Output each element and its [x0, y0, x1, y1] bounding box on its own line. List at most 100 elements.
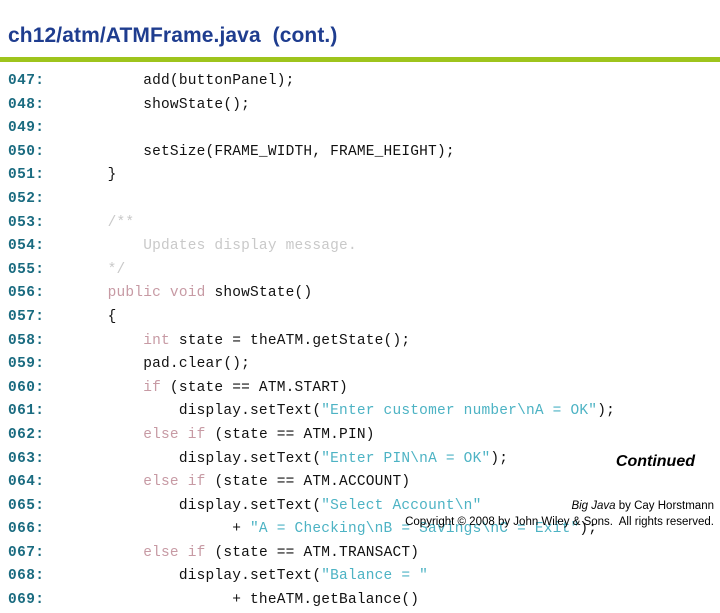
code-token-kw: int — [72, 332, 179, 349]
code-line-number: 069: — [8, 592, 45, 609]
code-token-str: "Balance = " — [321, 568, 429, 585]
code-line-number: 058: — [8, 332, 45, 349]
code-line-number: 056: — [8, 285, 45, 302]
code-line-text: else if (state == ATM.PIN) — [72, 427, 375, 443]
code-line-text: + theATM.getBalance() — [72, 592, 419, 608]
code-line: 062: else if (state == ATM.PIN) — [0, 424, 720, 448]
code-line-text: */ — [72, 261, 126, 278]
code-token-plain: (state == ATM.ACCOUNT) — [214, 474, 411, 491]
code-token-plain: add(buttonPanel); — [72, 73, 295, 89]
code-line-text: public void showState() — [72, 285, 313, 302]
code-line: 055: */ — [0, 259, 720, 283]
code-line: 052: — [0, 188, 720, 212]
title-divider-rule — [0, 57, 720, 62]
code-line-text: display.setText("Enter PIN\nA = OK"); — [72, 451, 508, 467]
code-line: 067: else if (state == ATM.TRANSACT) — [0, 542, 720, 566]
code-token-str: "Enter customer number\nA = OK" — [321, 403, 598, 420]
code-line-text: } — [72, 167, 117, 183]
code-line-number: 068: — [8, 568, 45, 585]
code-token-plain: showState(); — [72, 96, 251, 113]
code-line-text: add(buttonPanel); — [72, 73, 295, 89]
code-line-number: 062: — [8, 426, 45, 443]
code-token-plain: setSize(FRAME_WIDTH, FRAME_HEIGHT); — [72, 143, 455, 160]
code-token-plain: ); — [490, 450, 509, 467]
code-token-com: */ — [72, 261, 126, 278]
code-token-plain: showState() — [214, 285, 313, 302]
code-token-kw: else if — [72, 474, 215, 491]
code-line: 068: display.setText("Balance = " — [0, 565, 720, 589]
code-line-number: 055: — [8, 261, 45, 278]
book-title-text: Big Java — [571, 500, 616, 512]
code-line: 069: + theATM.getBalance() — [0, 589, 720, 613]
code-token-plain: pad.clear(); — [72, 356, 251, 373]
code-line-number: 061: — [8, 403, 45, 420]
code-token-com: Updates display message. — [72, 238, 357, 255]
code-token-kw: if — [72, 379, 170, 396]
code-token-kw: public void — [72, 285, 215, 302]
code-line-text: /** — [72, 214, 135, 231]
code-line-number: 047: — [8, 73, 45, 89]
code-line-text: if (state == ATM.START) — [72, 380, 348, 396]
page-title: ch12/atm/ATMFrame.java (cont.) — [8, 24, 338, 47]
copyright-line: Copyright © 2008 by John Wiley & Sons. A… — [405, 516, 714, 528]
code-line-number: 050: — [8, 143, 45, 160]
code-line: 060: if (state == ATM.START) — [0, 377, 720, 401]
code-line-text: int state = theATM.getState(); — [72, 333, 410, 349]
code-token-plain: (state == ATM.TRANSACT) — [214, 544, 420, 561]
code-line-text: setSize(FRAME_WIDTH, FRAME_HEIGHT); — [72, 144, 455, 160]
code-line-text: display.setText("Balance = " — [72, 568, 428, 584]
code-token-kw: else if — [72, 426, 215, 443]
code-line: 047: add(buttonPanel); — [0, 70, 720, 94]
code-line: 064: else if (state == ATM.ACCOUNT) — [0, 471, 720, 495]
code-line-number: 049: — [8, 120, 45, 137]
code-token-plain: display.setText( — [72, 450, 322, 467]
code-line-text: display.setText("Enter customer number\n… — [72, 403, 615, 419]
code-line-number: 048: — [8, 96, 45, 113]
code-line-number: 054: — [8, 238, 45, 255]
code-token-plain: } — [72, 167, 117, 184]
code-line-text: else if (state == ATM.ACCOUNT) — [72, 474, 410, 490]
code-line: 059: pad.clear(); — [0, 353, 720, 377]
code-line: 053: /** — [0, 212, 720, 236]
code-line: 051: } — [0, 164, 720, 188]
code-line: 063: display.setText("Enter PIN\nA = OK"… — [0, 448, 720, 472]
code-token-plain: { — [72, 308, 117, 325]
code-line-number: 051: — [8, 167, 45, 184]
code-token-plain: state = theATM.getState(); — [178, 332, 411, 349]
code-line-number: 052: — [8, 190, 45, 207]
code-line-number: 059: — [8, 356, 45, 373]
code-listing: 047: add(buttonPanel); 048: showState(); 0… — [0, 70, 720, 613]
code-line-number: 060: — [8, 379, 45, 396]
code-token-plain: ); — [597, 403, 616, 420]
code-line-number: 053: — [8, 214, 45, 231]
code-token-plain: (state == ATM.PIN) — [214, 426, 375, 443]
book-author-text: by Cay Horstmann — [615, 500, 714, 512]
continued-label: Continued — [615, 453, 695, 470]
code-line: 056: public void showState() — [0, 282, 720, 306]
code-line-text: else if (state == ATM.TRANSACT) — [72, 545, 419, 561]
code-line-text: Updates display message. — [72, 238, 357, 254]
code-line: 054: Updates display message. — [0, 235, 720, 259]
code-token-com: /** — [72, 214, 135, 231]
code-line: 058: int state = theATM.getState(); — [0, 330, 720, 354]
code-token-str: "Enter PIN\nA = OK" — [321, 450, 491, 467]
code-token-kw: else if — [72, 544, 215, 561]
code-token-plain: + theATM.getBalance() — [72, 592, 420, 609]
code-line-number: 066: — [8, 521, 45, 538]
code-token-plain: + — [72, 521, 251, 538]
code-line: 061: display.setText("Enter customer num… — [0, 400, 720, 424]
code-token-str: "Select Account\n" — [321, 497, 482, 514]
code-token-plain: display.setText( — [72, 568, 322, 585]
code-token-plain: (state == ATM.START) — [169, 379, 348, 396]
code-line: 048: showState(); — [0, 94, 720, 118]
code-line-text: { — [72, 309, 117, 325]
code-line-text: showState(); — [72, 97, 250, 113]
code-line: 050: setSize(FRAME_WIDTH, FRAME_HEIGHT); — [0, 141, 720, 165]
book-credit-line: Big Java by Cay Horstmann — [571, 500, 714, 512]
code-line-text: pad.clear(); — [72, 356, 250, 372]
code-line-number: 064: — [8, 474, 45, 491]
code-line-number: 065: — [8, 497, 45, 514]
code-line: 049: — [0, 117, 720, 141]
code-line-number: 067: — [8, 544, 45, 561]
code-line-number: 063: — [8, 450, 45, 467]
